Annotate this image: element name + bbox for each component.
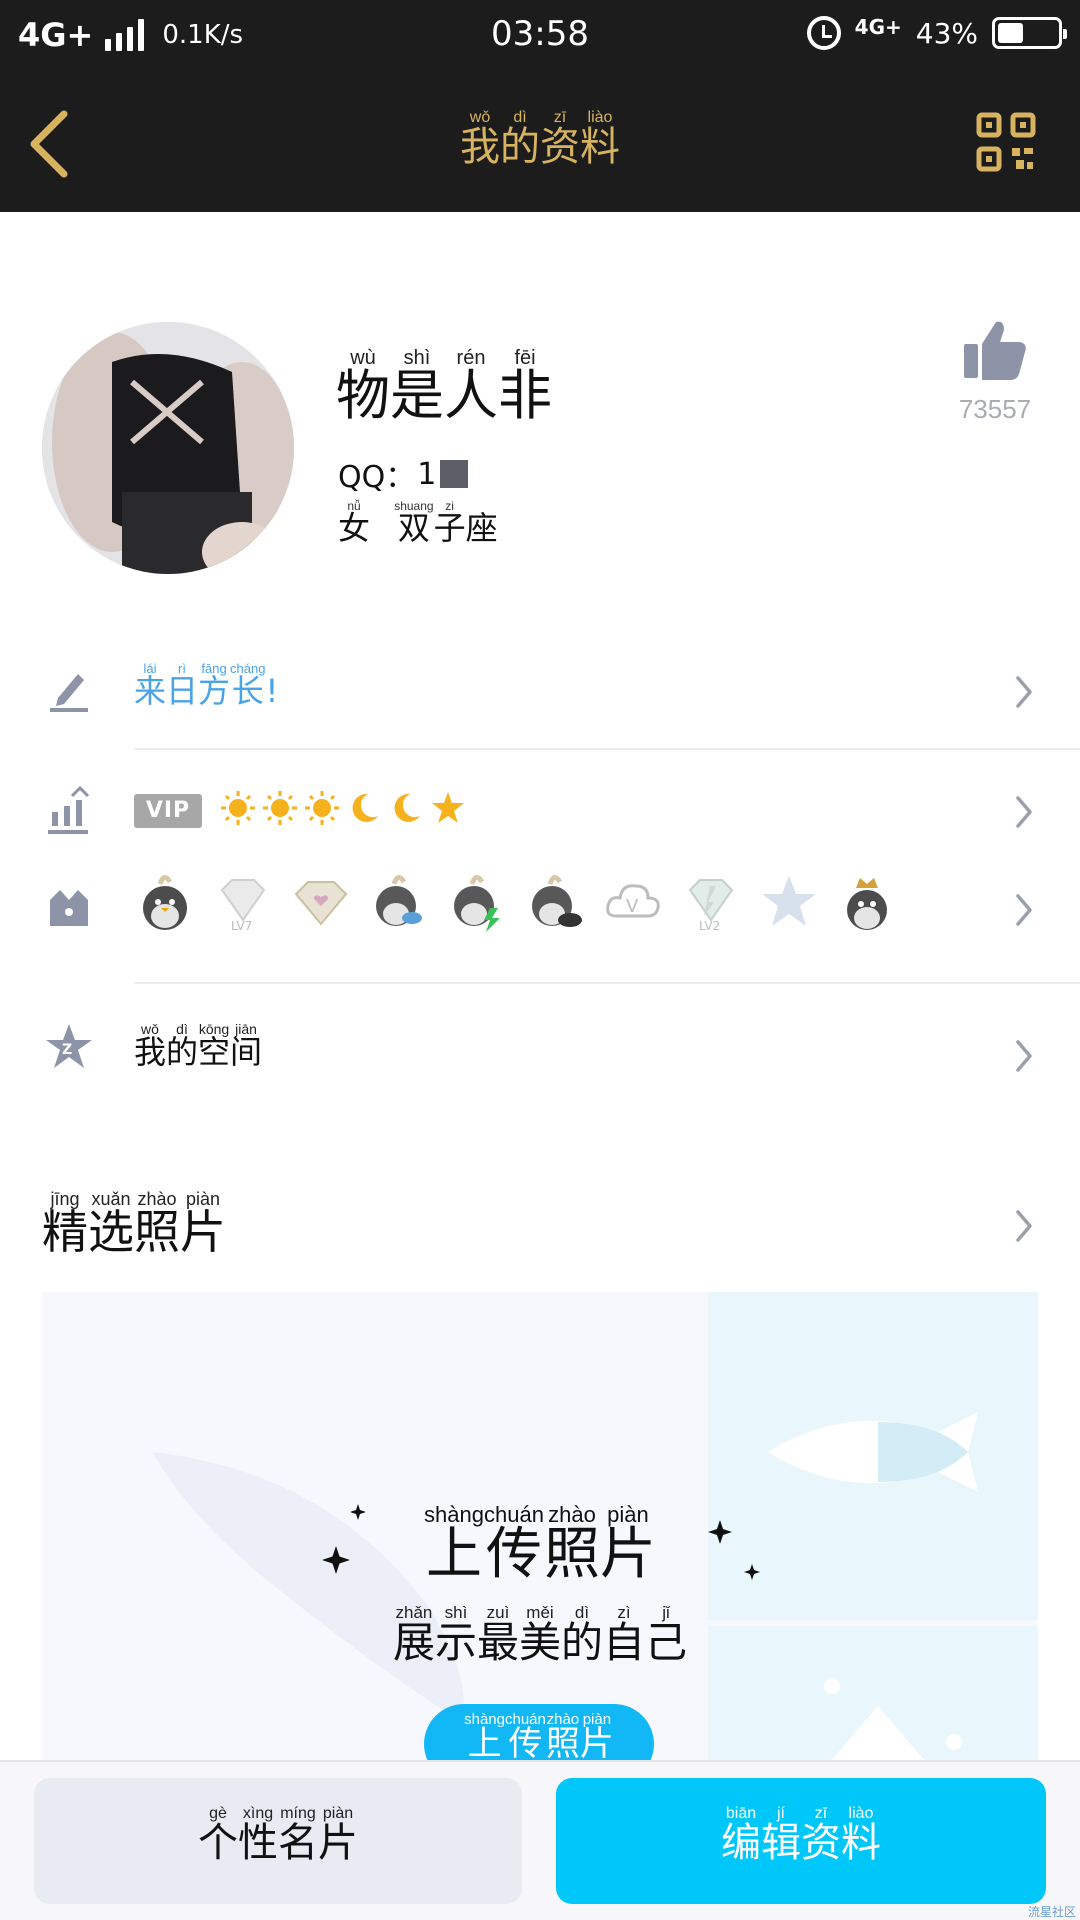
svg-text:LV2: LV2 (699, 919, 720, 933)
redaction-mask (440, 460, 469, 488)
diamond-lv2-icon: LV2 (688, 879, 734, 933)
thumbs-up-icon (964, 321, 1026, 380)
moon-icon (394, 793, 420, 822)
chevron-right-icon (1016, 676, 1032, 708)
upload-title: shàng 上 chuán 传 zhào 照 piàn 片 (424, 1502, 656, 1587)
svg-text:V: V (626, 896, 639, 917)
network-type-small: 4G+ (854, 15, 902, 39)
chevron-right-icon[interactable] (1012, 1206, 1036, 1246)
qzone-star-icon: Z (46, 1024, 92, 1068)
page-title: wǒ 我 dì 的 zī 资 liào 料 (460, 109, 620, 170)
gender-zodiac: nǚ 女 shuang 双 zi 子座 (338, 499, 498, 547)
chevron-right-icon (1016, 894, 1032, 926)
nickname: wù 物 shì 是 rén 人 fēi 非 (336, 347, 552, 427)
divider (134, 982, 1080, 984)
level-up-icon (48, 786, 90, 834)
pencil-icon (50, 674, 88, 712)
signature-row[interactable]: lái 来 rì 日 fāng 方 cháng 长 ! (0, 648, 1080, 732)
signature-text: lái 来 rì 日 fāng 方 cháng 长 ! (134, 661, 279, 710)
qq-penguin-icon (143, 875, 187, 930)
star-icon (762, 876, 816, 926)
gender: nǚ 女 (338, 499, 371, 547)
upload-subtitle: zhǎn 展 shì 示 zuì 最 měi 美 dì 的 zì 自 jǐ 己 (392, 1603, 688, 1667)
status-bar: 4G+ 0.1K/s 03:58 4G+ 43% (0, 0, 1080, 72)
sun-icon (221, 791, 255, 825)
watermark: 流星社区 (1027, 1905, 1076, 1919)
zodiac: shuang 双 (394, 499, 434, 547)
level-icons (220, 790, 466, 826)
qr-code-icon (976, 112, 1036, 172)
svg-text:LV7: LV7 (231, 919, 252, 933)
profile-card-button[interactable]: gè 个 xìng 性 míng 名 piàn 片 (34, 1778, 522, 1904)
heart-diamond-icon (294, 881, 348, 926)
header-bar: wǒ 我 dì 的 zī 资 liào 料 (0, 72, 1080, 212)
avatar[interactable] (42, 322, 294, 574)
qr-code-button[interactable] (976, 112, 1036, 172)
edit-profile-button[interactable]: biān 编 jí 辑 zī 资 liào 料 (556, 1778, 1046, 1904)
upload-photo-button[interactable]: shàng 上 chuán 传 zhào 照 piàn 片 (424, 1704, 654, 1762)
diamond-lv7-icon: LV7 (220, 879, 266, 933)
penguin-whale-icon (532, 875, 582, 927)
penguin-crown-icon (847, 878, 887, 930)
alarm-icon (806, 16, 841, 50)
like-count: 73557 (958, 394, 1032, 424)
battery-icon (992, 17, 1067, 49)
qzone-label: wǒ 我 dì 的 kōng 空 jiān 间 (134, 1021, 263, 1071)
moon-icon (352, 793, 378, 822)
like-button[interactable]: 73557 (940, 318, 1050, 425)
qq-number: QQ： 1 (338, 452, 469, 496)
svg-text:Z: Z (62, 1042, 72, 1058)
chevron-right-icon (1016, 796, 1032, 828)
avatar-photo (42, 322, 294, 574)
qzone-row[interactable]: Z wǒ 我 dì 的 kōng 空 jiān 间 (0, 1010, 1080, 1094)
battery-percent: 43% (915, 16, 978, 50)
sun-icon (305, 791, 339, 825)
chevron-right-icon (1016, 1040, 1032, 1072)
vip-badge: VIP (134, 794, 202, 828)
penguin-bolt-icon (454, 875, 500, 932)
penguin-fish-icon (376, 875, 422, 926)
bottom-action-bar: gè 个 xìng 性 míng 名 piàn 片 biān 编 jí 辑 zī 资 liào 料 流星社区 (0, 1760, 1080, 1920)
star-icon (432, 792, 464, 823)
cloud-v-icon: V (606, 884, 660, 918)
photos-section-title: jīng 精 xuǎn 选 zhào 照 piàn 片 (42, 1189, 226, 1259)
badge-list: LV7 V LV2 (134, 872, 898, 934)
photo-upload-panel: shàng 上 chuán 传 zhào 照 piàn 片 zhǎn 展 shì 示 zuì 最 měi 美… (42, 1292, 1038, 1762)
divider (134, 748, 1080, 750)
crown-icon (50, 890, 88, 926)
sun-icon (263, 791, 297, 825)
